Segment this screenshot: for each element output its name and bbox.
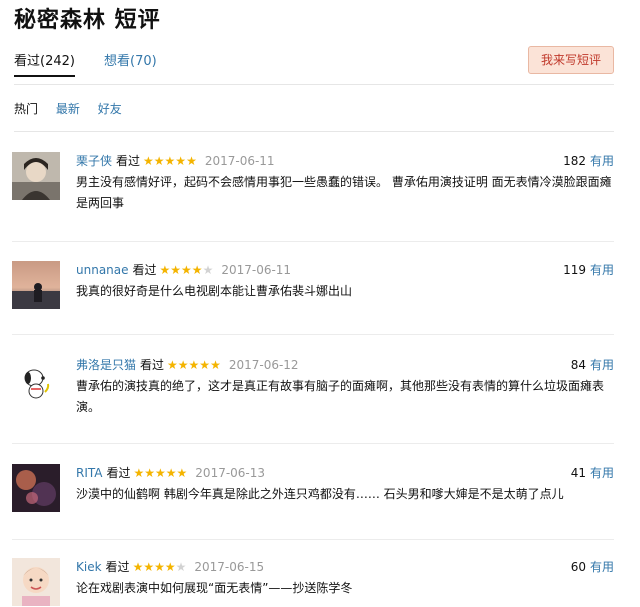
rating-stars: ★★★★★ [132, 560, 187, 574]
comment-meta: 栗子侠 看过 ★★★★★ 2017-06-11 [76, 152, 275, 169]
avatar[interactable] [12, 152, 60, 200]
comment-item: 弗洛是只猫 看过 ★★★★★ 2017-06-12 84 有用 曹承佑的演技真的绝了，这… [12, 356, 614, 436]
comment-text: 曹承佑的演技真的绝了，这才是真正有故事有脑子的面瘫啊，其他那些没有表情的算什么垃… [76, 379, 605, 414]
comment-text: 沙漠中的仙鹤啊 韩剧今年真是除此之外连只鸡都没有…… 石头男和嗲大婶是不是太萌了… [76, 487, 564, 501]
comment-username[interactable]: 弗洛是只猫 [76, 358, 136, 372]
useful-button[interactable]: 有用 [590, 466, 614, 480]
comment-username[interactable]: 栗子侠 [76, 154, 112, 168]
comment-item: RITA 看过 ★★★★★ 2017-06-13 41 有用 沙漠中的仙鹤啊 韩剧今年真… [12, 464, 614, 524]
useful-button[interactable]: 有用 [590, 263, 614, 277]
comment-date: 2017-06-11 [204, 154, 275, 168]
sort-bar: 热门 最新 好友 [14, 100, 136, 117]
rating-stars: ★★★★★ [167, 358, 221, 372]
comment-meta: Kiek 看过 ★★★★★ 2017-06-15 [76, 558, 264, 575]
comment-username[interactable]: RITA [76, 466, 102, 480]
vote-count: 60 [570, 560, 586, 574]
divider [14, 131, 614, 132]
useful-button[interactable]: 有用 [590, 560, 614, 574]
vote-count: 182 [563, 154, 586, 168]
vote-block: 84 有用 [571, 356, 614, 373]
comment-meta: RITA 看过 ★★★★★ 2017-06-13 [76, 464, 265, 481]
sort-hot[interactable]: 热门 [14, 102, 38, 116]
tab-bar: 看过(242) 想看(70) [14, 50, 614, 84]
watch-status: 看过 [132, 263, 157, 277]
comment-username[interactable]: Kiek [76, 560, 102, 574]
avatar-image [12, 261, 60, 309]
watch-status: 看过 [105, 560, 130, 574]
divider [14, 84, 614, 85]
useful-button[interactable]: 有用 [590, 358, 614, 372]
watch-status: 看过 [106, 466, 131, 480]
useful-button[interactable]: 有用 [590, 154, 614, 168]
comment-meta: unnanae 看过 ★★★★★ 2017-06-11 [76, 261, 291, 278]
comment-item: Kiek 看过 ★★★★★ 2017-06-15 60 有用 论在戏剧表演中如何展现“面… [12, 558, 614, 606]
vote-block: 119 有用 [563, 261, 614, 278]
avatar[interactable] [12, 261, 60, 309]
rating-stars: ★★★★★ [159, 263, 214, 277]
rating-stars: ★★★★★ [143, 154, 197, 168]
vote-count: 119 [563, 263, 586, 277]
comment-date: 2017-06-13 [195, 466, 266, 480]
divider [12, 443, 614, 444]
comment-text: 我真的很好奇是什么电视剧本能让曹承佑裴斗娜出山 [76, 284, 353, 298]
write-review-button[interactable]: 我来写短评 [528, 46, 614, 74]
comment-date: 2017-06-12 [228, 358, 299, 372]
divider [12, 241, 614, 242]
avatar[interactable] [12, 356, 60, 404]
avatar-image [12, 558, 60, 606]
vote-block: 60 有用 [571, 558, 614, 575]
comment-username[interactable]: unnanae [76, 263, 129, 277]
comment-item: unnanae 看过 ★★★★★ 2017-06-11 119 有用 我真的很好奇是什么… [12, 261, 614, 321]
rating-stars: ★★★★★ [133, 466, 188, 480]
comment-date: 2017-06-15 [194, 560, 265, 574]
divider [12, 334, 614, 335]
vote-block: 182 有用 [563, 152, 614, 169]
vote-count: 41 [570, 466, 586, 480]
watch-status: 看过 [116, 154, 141, 168]
tab-watched[interactable]: 看过(242) [14, 50, 75, 77]
avatar[interactable] [12, 464, 60, 512]
sort-latest[interactable]: 最新 [56, 102, 80, 116]
divider [12, 539, 614, 540]
avatar-image [12, 152, 60, 200]
comment-item: 栗子侠 看过 ★★★★★ 2017-06-11 182 有用 男主没有感情好评，起码不会… [12, 152, 614, 232]
comment-text: 论在戏剧表演中如何展现“面无表情”——抄送陈学冬 [76, 581, 353, 595]
page-title: 秘密森林 短评 [14, 8, 161, 33]
sort-friends[interactable]: 好友 [98, 102, 122, 116]
watch-status: 看过 [140, 358, 165, 372]
vote-block: 41 有用 [571, 464, 614, 481]
avatar-image [12, 464, 60, 512]
comment-meta: 弗洛是只猫 看过 ★★★★★ 2017-06-12 [76, 356, 299, 373]
comment-text: 男主没有感情好评，起码不会感情用事犯一些愚蠢的错误。 曹承佑用演技证明 面无表情… [76, 175, 612, 210]
vote-count: 84 [570, 358, 586, 372]
avatar[interactable] [12, 558, 60, 606]
comment-date: 2017-06-11 [221, 263, 292, 277]
snoopy-avatar-image [12, 356, 60, 404]
tab-want-to-watch[interactable]: 想看(70) [104, 50, 157, 69]
